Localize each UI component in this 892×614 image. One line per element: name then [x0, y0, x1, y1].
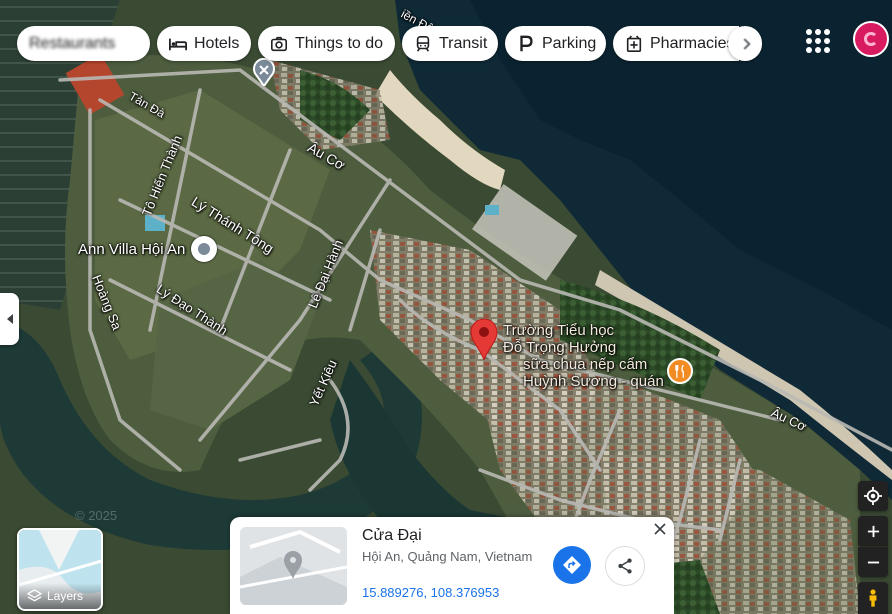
place-label-school-2: Đỗ Trọng Hưởng	[503, 339, 617, 356]
layers-button[interactable]: Layers	[17, 528, 103, 611]
pharmacy-icon	[626, 34, 642, 52]
my-location-button[interactable]	[858, 481, 888, 511]
chip-label-hotels: Hotels	[194, 34, 240, 52]
chevron-left-icon	[6, 314, 13, 324]
place-label-school-1: Trường Tiểu học	[503, 322, 615, 339]
share-icon	[618, 558, 632, 574]
place-dot-icon	[191, 236, 218, 262]
chip-transit[interactable]: Transit	[402, 26, 498, 61]
chip-label-restaurants: Restaurants	[29, 34, 116, 52]
zoom-in-button[interactable]	[858, 516, 888, 546]
restaurant-pin-icon[interactable]	[667, 358, 693, 384]
place-label-ann-villa: Ann Villa Hội An	[78, 240, 186, 258]
directions-icon	[563, 556, 581, 574]
chip-label-transit: Transit	[439, 34, 488, 52]
place-food[interactable]: sữa chua nếp cẩm Huỳnh Sương - quán	[523, 356, 664, 390]
my-location-icon	[864, 487, 882, 505]
chip-pharmacies[interactable]: Pharmacies	[613, 26, 739, 61]
place-ann-villa[interactable]: Ann Villa Hội An	[78, 236, 218, 262]
place-card: Cửa Đại Hội An, Quảng Nam, Vietnam 15.88…	[230, 517, 674, 614]
chip-restaurants[interactable]: Restaurants	[17, 26, 150, 61]
chip-label-pharmacies: Pharmacies	[650, 34, 735, 52]
avatar-icon[interactable]	[853, 21, 889, 57]
layers-label: Layers	[47, 589, 84, 603]
zoom-in-icon	[867, 525, 879, 537]
street-view-pegman-button[interactable]	[858, 582, 888, 614]
watermark: © 2025	[75, 508, 118, 523]
close-card-button[interactable]	[650, 519, 670, 539]
chip-label-things-to-do: Things to do	[295, 34, 384, 52]
zoom-out-button[interactable]	[858, 547, 888, 577]
apps-button[interactable]	[805, 28, 831, 54]
pegman-icon	[869, 589, 877, 607]
bed-icon	[169, 38, 187, 50]
chip-parking[interactable]: Parking	[505, 26, 606, 61]
place-label-food-1: sữa chua nếp cẩm	[523, 356, 648, 373]
chip-hotels[interactable]: Hotels	[157, 26, 251, 61]
place-coordinates[interactable]: 15.889276, 108.376953	[362, 585, 499, 600]
place-label-food-2: Huỳnh Sương - quán	[523, 373, 664, 390]
poi-tools-icon[interactable]	[252, 57, 276, 88]
place-title: Cửa Đại	[362, 527, 422, 544]
camera-icon	[270, 36, 288, 51]
chips-scroll-button[interactable]	[728, 26, 762, 61]
directions-button[interactable]	[553, 546, 591, 584]
place-school[interactable]: Trường Tiểu học Đỗ Trọng Hưởng	[503, 322, 616, 356]
place-address: Hội An, Quảng Nam, Vietnam	[362, 549, 533, 564]
layers-icon	[27, 588, 42, 601]
collapse-side-panel-button[interactable]	[0, 293, 19, 345]
selected-location-pin-icon[interactable]	[470, 318, 498, 362]
zoom-out-icon	[867, 561, 879, 563]
chip-label-parking: Parking	[542, 34, 597, 52]
parking-icon	[520, 35, 533, 51]
place-thumbnail[interactable]	[240, 527, 347, 605]
chevron-right-icon	[739, 37, 751, 50]
chip-things-to-do[interactable]: Things to do	[258, 26, 395, 61]
share-button[interactable]	[605, 546, 645, 586]
close-icon	[654, 523, 666, 535]
train-icon	[416, 35, 430, 52]
